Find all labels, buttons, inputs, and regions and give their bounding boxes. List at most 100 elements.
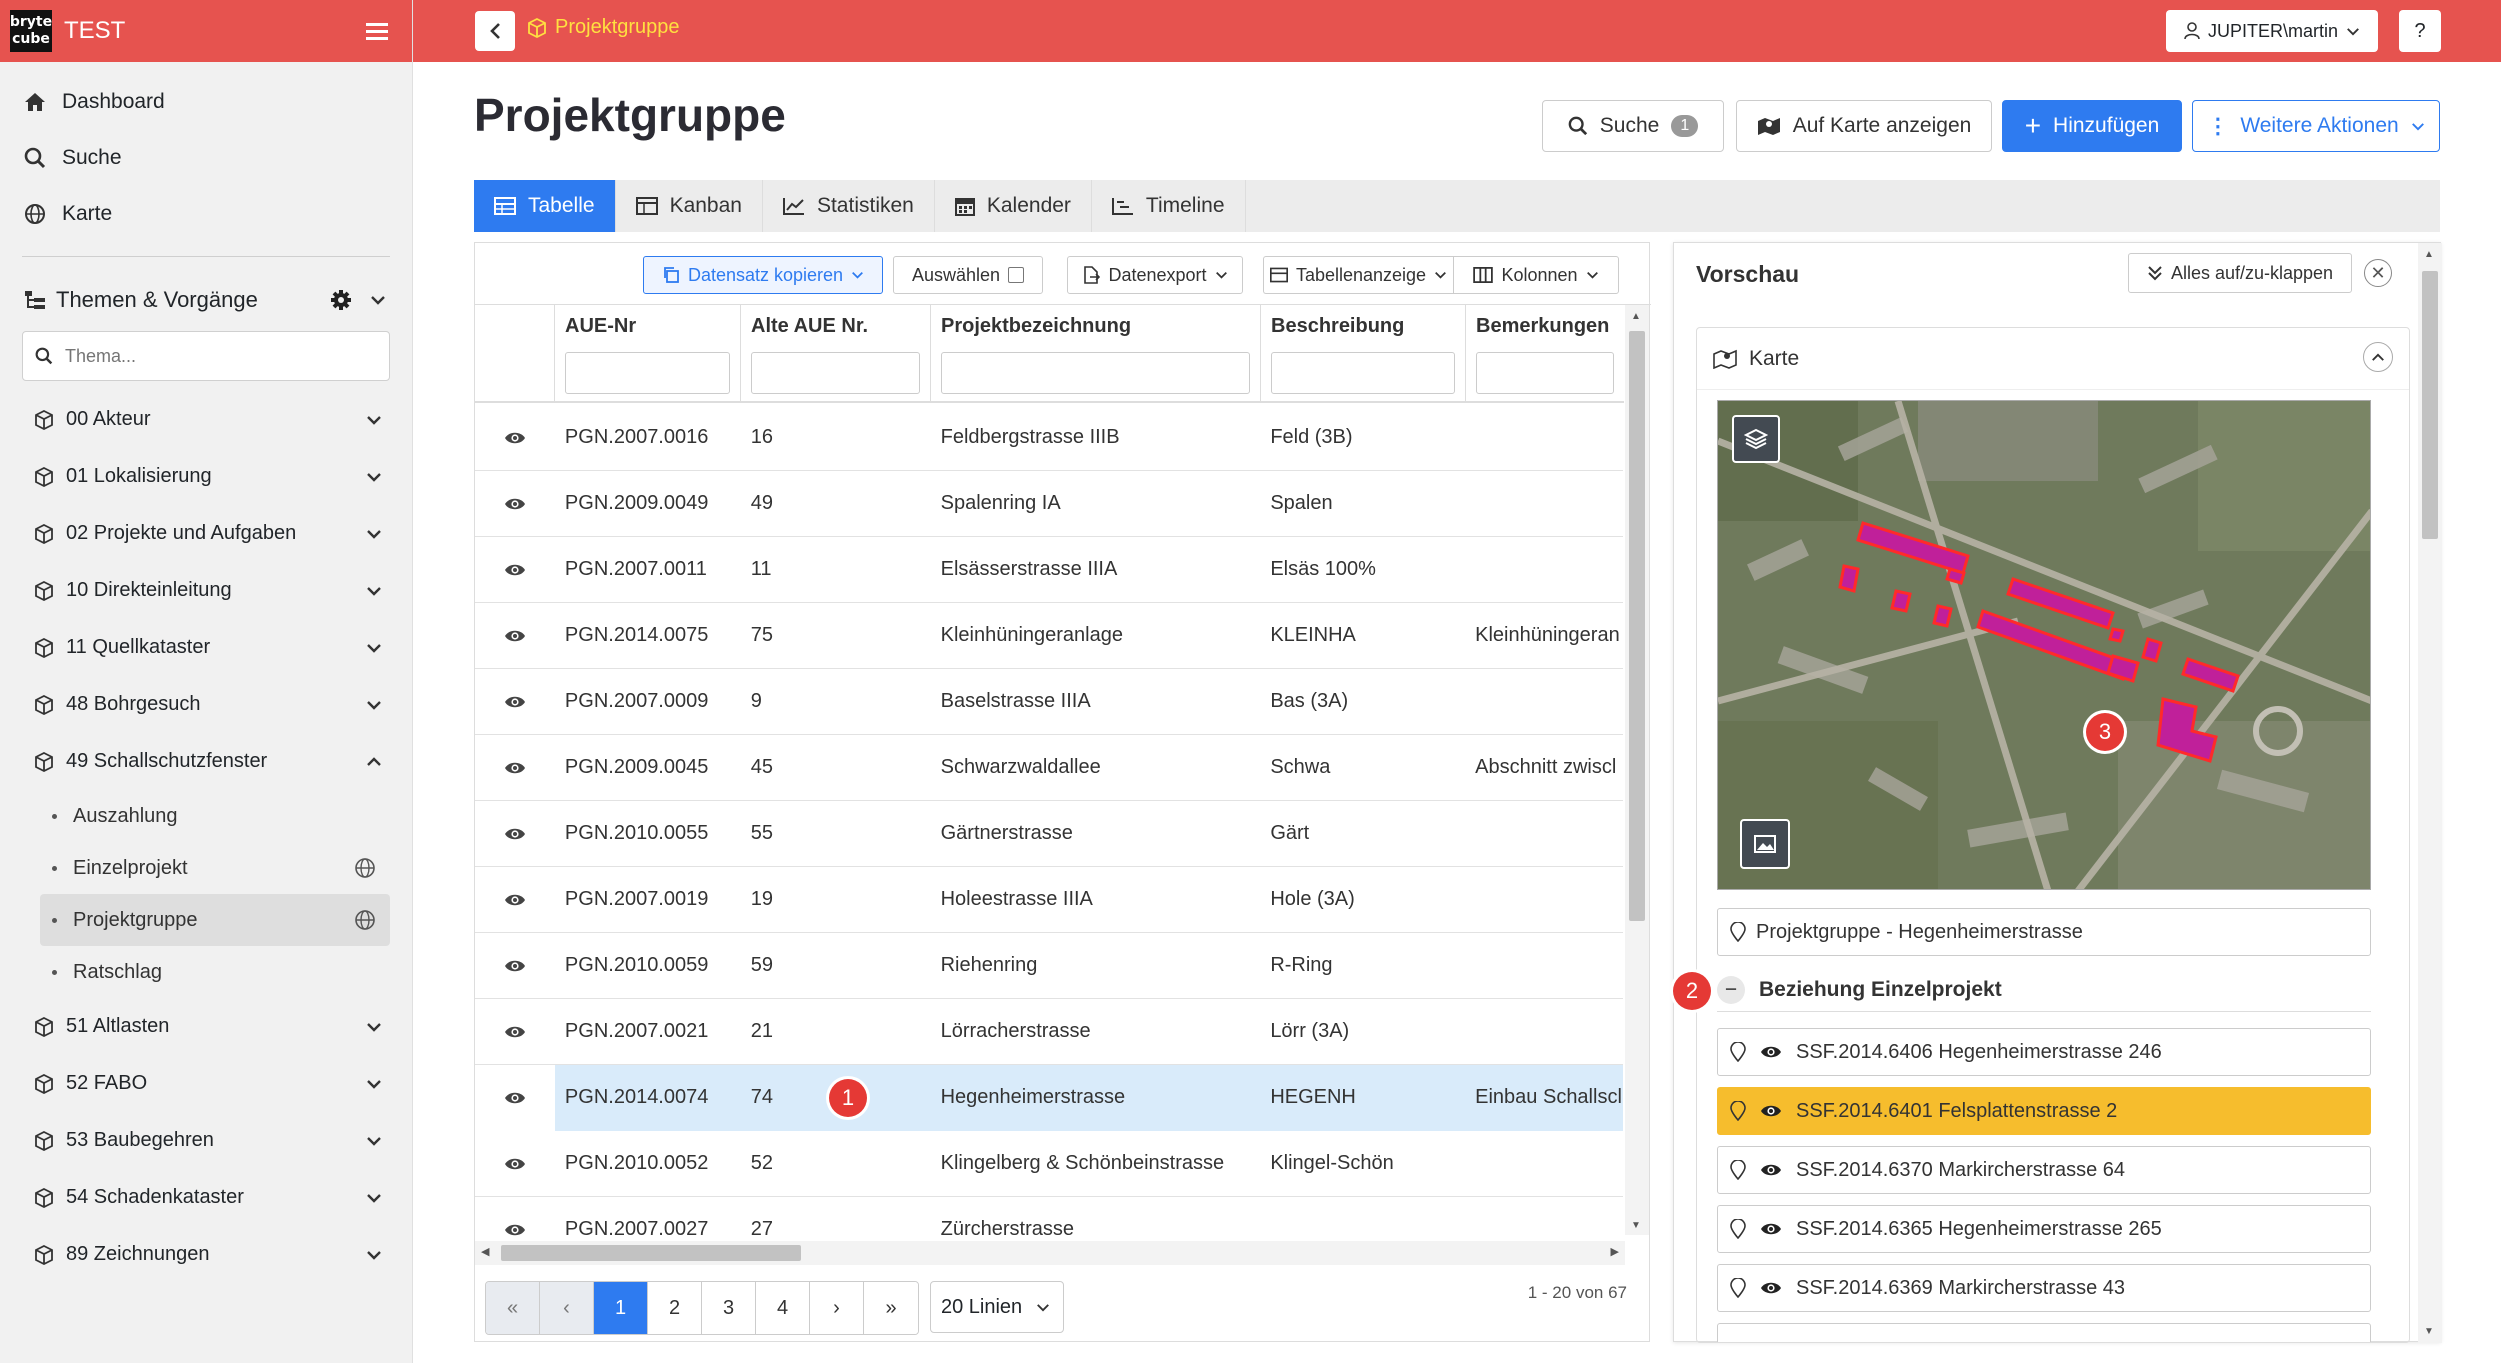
next-page-button[interactable]: › — [810, 1282, 864, 1334]
columns-button[interactable]: Kolonnen — [1453, 256, 1619, 294]
sidebar-subitem[interactable]: Einzelprojekt — [40, 842, 390, 894]
sidebar-group[interactable]: 48 Bohrgesuch — [0, 676, 412, 733]
map-image-button[interactable] — [1740, 819, 1790, 869]
last-page-button[interactable]: » — [864, 1282, 918, 1334]
select-toggle[interactable]: Auswählen — [893, 256, 1043, 294]
scroll-down-arrow-icon[interactable]: ▼ — [2424, 1326, 2434, 1337]
chevron-down-icon[interactable] — [366, 1250, 382, 1260]
sidebar-group[interactable]: 52 FABO — [0, 1055, 412, 1112]
eye-icon[interactable] — [504, 1222, 526, 1238]
copy-record-button[interactable]: Datensatz kopieren — [643, 256, 883, 294]
eye-icon[interactable] — [504, 958, 526, 974]
column-header-projektbezeichnung[interactable]: Projektbezeichnung — [931, 305, 1261, 401]
tab-kalender[interactable]: Kalender — [935, 180, 1092, 232]
breadcrumb[interactable]: Projektgruppe — [527, 16, 680, 39]
sidebar-link-dashboard[interactable]: Dashboard — [0, 74, 412, 130]
tab-timeline[interactable]: Timeline — [1092, 180, 1246, 232]
globe-icon[interactable] — [354, 857, 376, 879]
collapse-relation-icon[interactable]: − — [1717, 975, 1745, 1004]
table-horizontal-scrollbar[interactable]: ◀ ▶ — [475, 1241, 1625, 1265]
sidebar-group[interactable]: 02 Projekte und Aufgaben — [0, 505, 412, 562]
table-row[interactable]: PGN.2007.0021 21 Lörracherstrasse Lörr (3A) — [475, 999, 1623, 1065]
app-logo[interactable]: bryte cube — [10, 10, 52, 52]
row-preview-cell[interactable] — [475, 999, 555, 1065]
preview-scrollbar[interactable]: ▲ ▼ — [2418, 243, 2442, 1343]
page-3-button[interactable]: 3 — [702, 1282, 756, 1334]
eye-icon[interactable] — [1760, 1103, 1782, 1119]
sidebar-group[interactable]: 11 Quellkataster — [0, 619, 412, 676]
relation-item-partial[interactable] — [1717, 1323, 2371, 1342]
scroll-left-arrow-icon[interactable]: ◀ — [481, 1245, 489, 1258]
scroll-down-arrow-icon[interactable]: ▼ — [1631, 1220, 1641, 1231]
sidebar-subitem[interactable]: Auszahlung — [40, 790, 390, 842]
first-page-button[interactable]: « — [486, 1282, 540, 1334]
sidebar-subitem[interactable]: Projektgruppe — [40, 894, 390, 946]
table-row[interactable]: PGN.2010.0052 52 Klingelberg & Schönbeinst… — [475, 1131, 1623, 1197]
relation-item[interactable]: SSF.2014.6365 Hegenheimerstrasse 265 — [1717, 1205, 2371, 1253]
row-preview-cell[interactable] — [475, 1131, 555, 1197]
chevron-down-icon[interactable] — [366, 529, 382, 539]
table-row[interactable]: PGN.2007.0019 19 Holeestrasse IIIA Hole (3A… — [475, 867, 1623, 933]
show-on-map-button[interactable]: Auf Karte anzeigen — [1736, 100, 1992, 152]
chevron-down-icon[interactable] — [366, 1193, 382, 1203]
map-pin-icon[interactable] — [1730, 1160, 1746, 1180]
sidebar-group[interactable]: 53 Baubegehren — [0, 1112, 412, 1169]
map-pin-icon[interactable] — [1730, 1219, 1746, 1239]
eye-icon[interactable] — [504, 1090, 526, 1106]
back-button[interactable] — [475, 11, 515, 51]
add-button[interactable]: + Hinzufügen — [2002, 100, 2182, 152]
user-menu-button[interactable]: JUPITER\martin — [2166, 10, 2378, 52]
table-row[interactable]: PGN.2007.0011 11 Elsässerstrasse IIIA Elsäs… — [475, 537, 1623, 603]
table-row[interactable]: PGN.2014.0074 74 Hegenheimerstrasse HEGENH E… — [475, 1064, 1623, 1131]
filter-input-projektbezeichnung[interactable] — [941, 352, 1250, 394]
filter-input-aue-nr[interactable] — [565, 352, 730, 394]
eye-icon[interactable] — [504, 628, 526, 644]
row-preview-cell[interactable] — [475, 405, 555, 471]
column-header-aue-nr[interactable]: AUE-Nr — [555, 305, 741, 401]
table-row[interactable]: PGN.2007.0027 27 Zürcherstrasse — [475, 1197, 1623, 1245]
scroll-up-arrow-icon[interactable]: ▲ — [1631, 311, 1641, 322]
relation-section-header[interactable]: − Beziehung Einzelprojekt — [1717, 968, 2371, 1012]
sidebar-group[interactable]: 54 Schadenkataster — [0, 1169, 412, 1226]
sidebar-group[interactable]: 51 Altlasten — [0, 998, 412, 1055]
chevron-down-icon[interactable] — [366, 1022, 382, 1032]
sidebar-link-suche[interactable]: Suche — [0, 130, 412, 186]
relation-item[interactable]: SSF.2014.6406 Hegenheimerstrasse 246 — [1717, 1028, 2371, 1076]
preview-scroll-thumb[interactable] — [2422, 271, 2438, 539]
chevron-down-icon[interactable] — [366, 415, 382, 425]
row-preview-cell[interactable] — [475, 867, 555, 933]
chevron-down-icon[interactable] — [366, 1136, 382, 1146]
eye-icon[interactable] — [504, 892, 526, 908]
table-row[interactable]: PGN.2010.0055 55 Gärtnerstrasse Gärt — [475, 801, 1623, 867]
filter-input-bemerkungen[interactable] — [1476, 352, 1614, 394]
expand-all-button[interactable]: Alles auf/zu-klappen — [2128, 253, 2352, 293]
eye-icon[interactable] — [504, 430, 526, 446]
page-2-button[interactable]: 2 — [648, 1282, 702, 1334]
table-row[interactable]: PGN.2007.0009 9 Baselstrasse IIIA Bas (3A) — [475, 669, 1623, 735]
globe-icon[interactable] — [354, 909, 376, 931]
table-row[interactable]: PGN.2007.0016 16 Feldbergstrasse IIIB Feld … — [475, 405, 1623, 471]
table-row[interactable]: PGN.2009.0049 49 Spalenring IA Spalen — [475, 471, 1623, 537]
tab-statistiken[interactable]: Statistiken — [763, 180, 935, 232]
relation-item[interactable]: SSF.2014.6370 Markircherstrasse 64 — [1717, 1146, 2371, 1194]
theme-search-field[interactable] — [22, 331, 390, 381]
close-preview-button[interactable]: ✕ — [2364, 259, 2392, 287]
data-export-button[interactable]: Datenexport — [1067, 256, 1243, 294]
tab-tabelle[interactable]: Tabelle — [474, 180, 616, 232]
map-layers-button[interactable] — [1732, 415, 1780, 463]
column-header-alte-aue-nr[interactable]: Alte AUE Nr. — [741, 305, 931, 401]
table-row[interactable]: PGN.2009.0045 45 Schwarzwaldallee Schwa Absc… — [475, 735, 1623, 801]
row-preview-cell[interactable] — [475, 933, 555, 999]
chevron-down-icon[interactable] — [366, 643, 382, 653]
help-button[interactable]: ? — [2399, 10, 2441, 52]
theme-search-input[interactable] — [65, 345, 365, 367]
filter-input-beschreibung[interactable] — [1271, 352, 1455, 394]
eye-icon[interactable] — [1760, 1044, 1782, 1060]
search-button[interactable]: Suche 1 — [1542, 100, 1724, 152]
eye-icon[interactable] — [1760, 1280, 1782, 1296]
row-preview-cell[interactable] — [475, 603, 555, 669]
sidebar-group[interactable]: 00 Akteur — [0, 391, 412, 448]
table-row[interactable]: PGN.2014.0075 75 Kleinhüningeranlage KLEINH… — [475, 603, 1623, 669]
eye-icon[interactable] — [1760, 1221, 1782, 1237]
tab-kanban[interactable]: Kanban — [616, 180, 763, 232]
